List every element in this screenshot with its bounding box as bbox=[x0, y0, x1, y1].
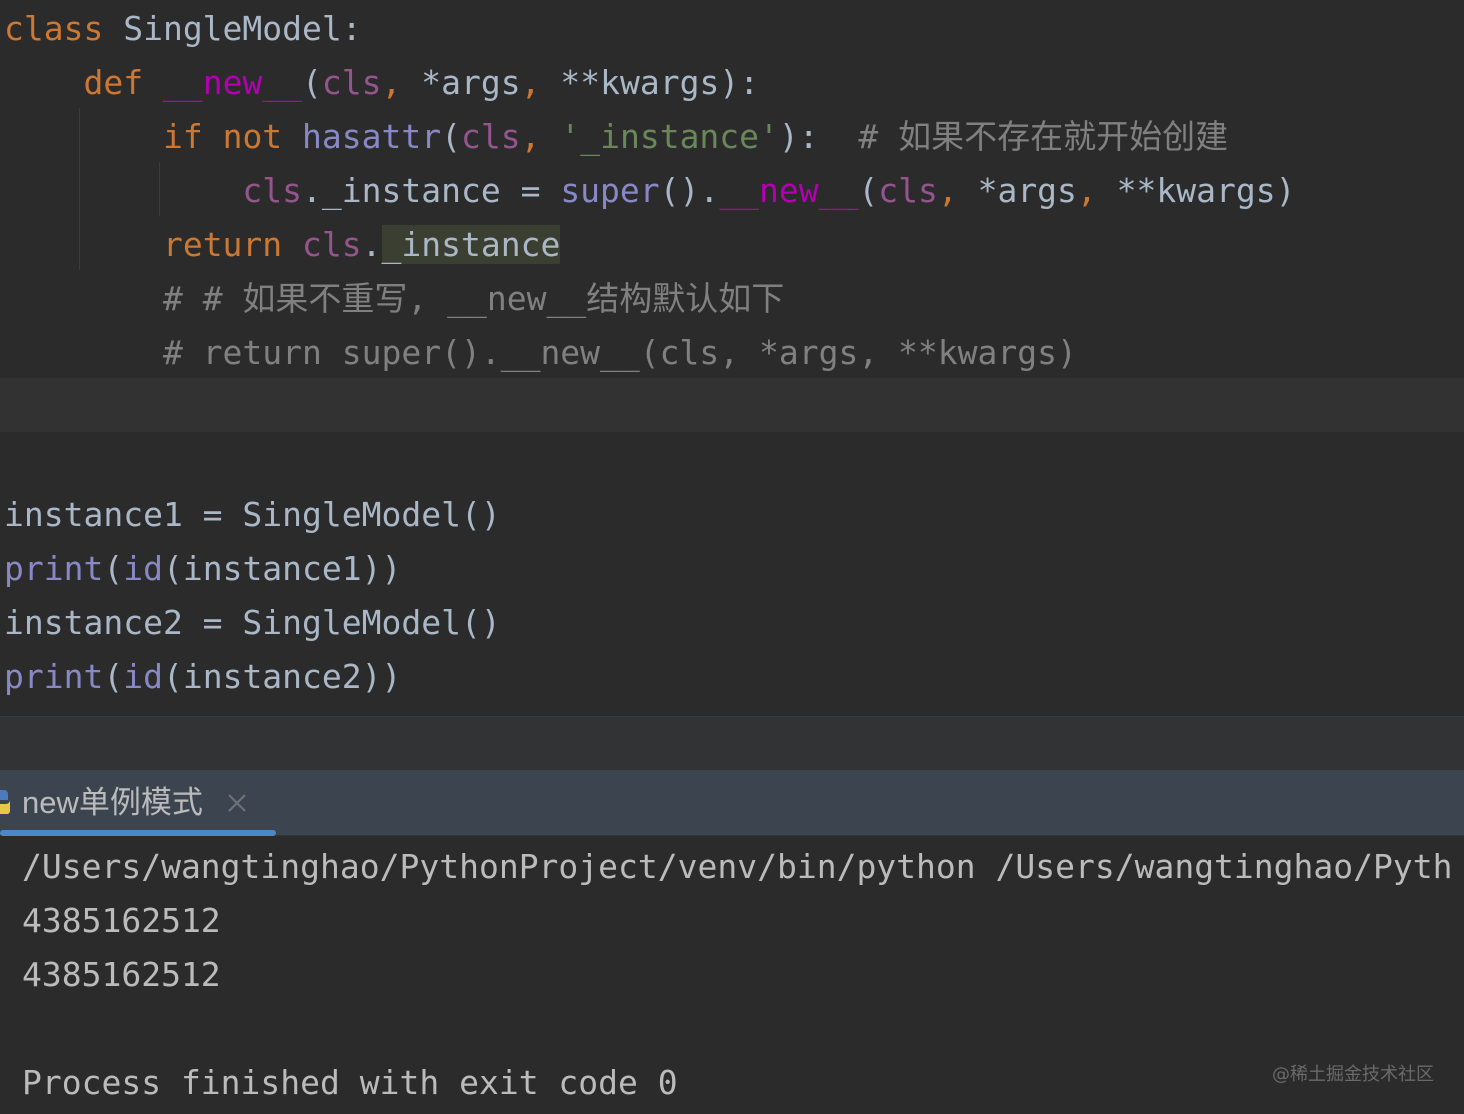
code-line-11: print(id(instance2)) bbox=[4, 650, 401, 704]
comma-token: , bbox=[520, 117, 561, 156]
console-line: Process finished with exit code 0 bbox=[22, 1063, 678, 1102]
builtin-token: id bbox=[123, 549, 163, 588]
console-line: /Users/wangtinghao/PythonProject/venv/bi… bbox=[22, 847, 1453, 886]
panel-divider[interactable] bbox=[0, 716, 1464, 770]
argument-token: (instance2)) bbox=[162, 657, 402, 696]
cls-token: cls bbox=[878, 171, 938, 210]
cls-token: cls bbox=[461, 117, 521, 156]
comment-token: # # 如果不重写, __new__结构默认如下 bbox=[162, 279, 785, 318]
code-line-9: print(id(instance1)) bbox=[4, 542, 401, 596]
keyword-token: class bbox=[4, 9, 104, 48]
dot-token: . bbox=[361, 225, 382, 264]
code-editor[interactable]: class SingleModel: def __new__(cls, *arg… bbox=[0, 0, 1464, 716]
watermark: @稀土掘金技术社区 bbox=[1272, 1064, 1434, 1085]
code-line-8: instance1 = SingleModel() bbox=[4, 488, 501, 542]
builtin-token: hasattr bbox=[302, 117, 442, 156]
code-line-5: return cls._instance bbox=[4, 218, 561, 272]
cls-token: cls bbox=[321, 63, 382, 102]
paren-token: (). bbox=[659, 171, 720, 210]
cls-token: cls bbox=[302, 225, 362, 264]
console-line: 4385162512 bbox=[22, 955, 221, 994]
comma-token: , bbox=[937, 171, 978, 210]
keyword-token: not bbox=[202, 117, 303, 156]
builtin-token: super bbox=[560, 171, 660, 210]
comma-token: , bbox=[1076, 171, 1117, 210]
ide-window: class SingleModel: def __new__(cls, *arg… bbox=[0, 0, 1464, 1114]
keyword-token: if bbox=[162, 117, 203, 156]
magic-method-token: __new__ bbox=[162, 63, 303, 102]
console-line: 4385162512 bbox=[22, 901, 221, 940]
code-line-1: class SingleModel: bbox=[4, 2, 362, 56]
args-token: *args bbox=[977, 171, 1077, 210]
python-icon bbox=[0, 790, 11, 814]
highlighted-identifier: _instance bbox=[381, 225, 561, 264]
kwargs-token: **kwargs) bbox=[1116, 171, 1296, 210]
code-line-4: cls._instance = super().__new__(cls, *ar… bbox=[4, 164, 1295, 218]
current-line-highlight bbox=[0, 378, 1464, 432]
class-name-token: SingleModel: bbox=[103, 9, 362, 48]
paren-token: ( bbox=[103, 657, 124, 696]
comma-token: , bbox=[381, 63, 422, 102]
paren-token: ( bbox=[858, 171, 879, 210]
paren-token: ): bbox=[778, 117, 859, 156]
kwargs-token: **kwargs bbox=[560, 63, 720, 102]
run-tab-label: new单例模式 bbox=[22, 785, 203, 820]
statement-token: instance1 = SingleModel() bbox=[4, 495, 501, 534]
keyword-token: def bbox=[83, 63, 144, 102]
code-line-10: instance2 = SingleModel() bbox=[4, 596, 501, 650]
code-line-3: if not hasattr(cls, '_instance'): # 如果不存… bbox=[4, 110, 1228, 164]
builtin-token: id bbox=[123, 657, 163, 696]
attribute-token: ._instance = bbox=[302, 171, 561, 210]
paren-token: ): bbox=[719, 63, 760, 102]
run-tab[interactable]: new单例模式 bbox=[0, 770, 276, 836]
close-icon[interactable] bbox=[226, 792, 248, 814]
code-line-6: # # 如果不重写, __new__结构默认如下 bbox=[4, 272, 784, 326]
builtin-token: print bbox=[4, 549, 104, 588]
comment-token: # 如果不存在就开始创建 bbox=[858, 117, 1229, 156]
string-token: '_instance' bbox=[560, 117, 779, 156]
argument-token: (instance1)) bbox=[162, 549, 402, 588]
run-console[interactable]: /Users/wangtinghao/PythonProject/venv/bi… bbox=[0, 836, 1464, 1114]
keyword-token: return bbox=[162, 225, 283, 264]
code-line-2: def __new__(cls, *args, **kwargs): bbox=[4, 56, 759, 110]
args-token: *args bbox=[421, 63, 521, 102]
comma-token: , bbox=[520, 63, 561, 102]
cls-token: cls bbox=[242, 171, 303, 210]
paren-token: ( bbox=[103, 549, 124, 588]
code-line-7: # return super().__new__(cls, *args, **k… bbox=[4, 326, 1077, 380]
paren-token: ( bbox=[302, 63, 322, 102]
magic-method-token: __new__ bbox=[719, 171, 859, 210]
run-tab-bar: new单例模式 bbox=[0, 770, 1464, 836]
comment-token: # return super().__new__(cls, *args, **k… bbox=[162, 333, 1077, 372]
paren-token: ( bbox=[441, 117, 461, 156]
statement-token: instance2 = SingleModel() bbox=[4, 603, 501, 642]
builtin-token: print bbox=[4, 657, 104, 696]
